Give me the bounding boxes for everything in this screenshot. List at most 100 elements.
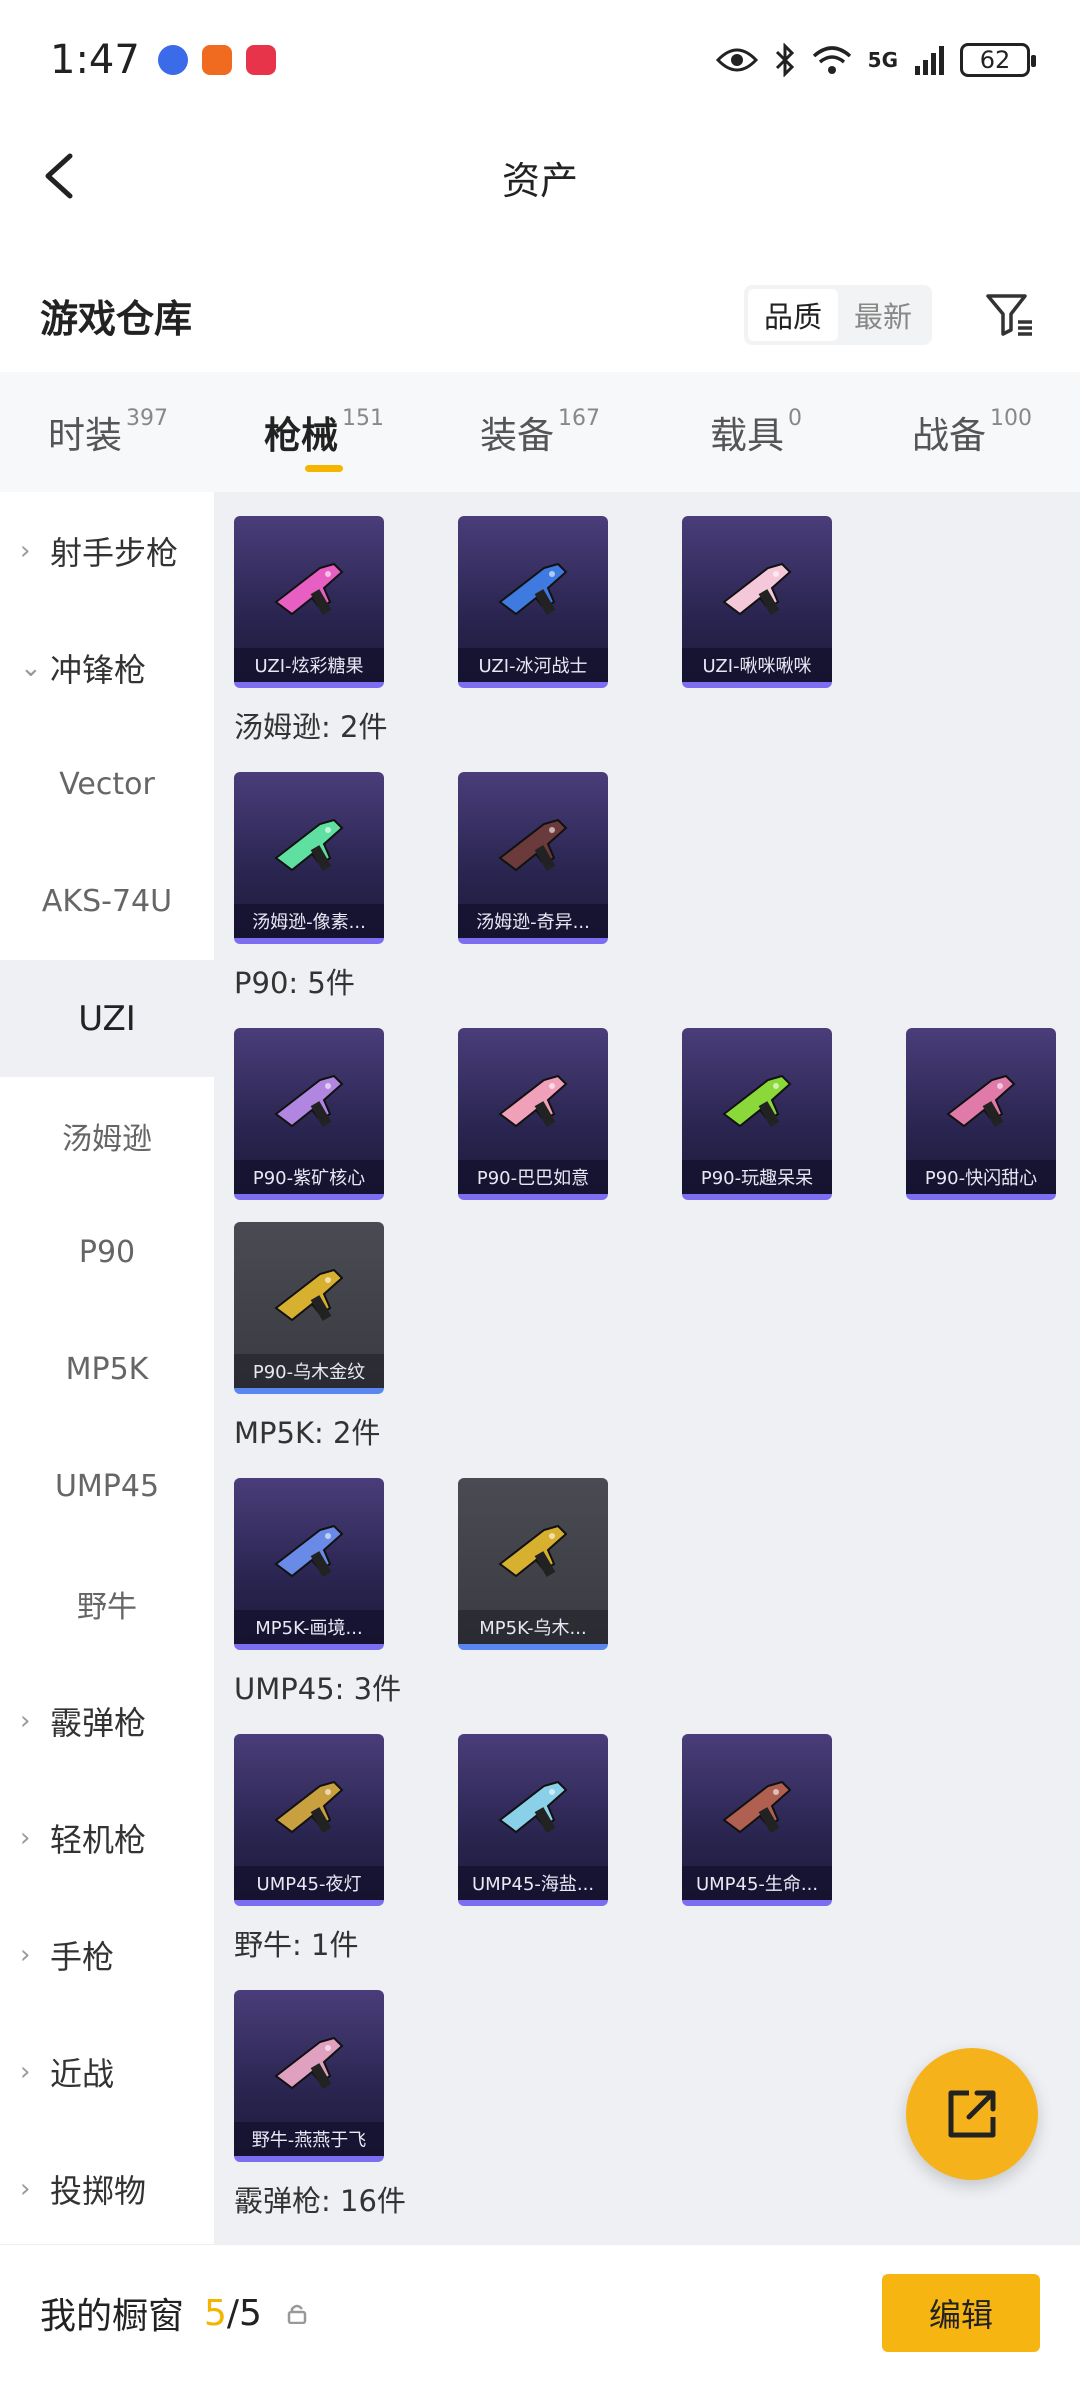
group-label: P90: 5件 [234, 966, 355, 1000]
item-name: UZI-冰河战士 [458, 648, 608, 682]
item-card[interactable]: P90-巴巴如意 [458, 1028, 608, 1200]
sidebar-item-label: 汤姆逊 [62, 1121, 152, 1157]
sidebar-item[interactable]: › 射手步枪 [0, 492, 214, 609]
item-name: UMP45-海盐... [458, 1866, 608, 1900]
weapon-image [498, 562, 568, 616]
item-name: UZI-炫彩糖果 [234, 648, 384, 682]
sidebar-item-label: Vector [59, 767, 155, 802]
tmall-app-icon [245, 45, 276, 75]
sidebar-item-label: 霰弹枪 [50, 1703, 147, 1742]
sidebar-item[interactable]: P90 [0, 1194, 214, 1311]
sort-newest-button[interactable]: 最新 [838, 289, 928, 341]
sidebar-item[interactable]: 野牛 [0, 1545, 214, 1662]
weapon-image [274, 1780, 344, 1834]
sidebar-item-label: MP5K [65, 1352, 149, 1387]
weapon-image [946, 1074, 1016, 1128]
sidebar-item-label: P90 [78, 1235, 136, 1270]
item-card[interactable]: MP5K-画境... [234, 1478, 384, 1650]
item-card[interactable]: MP5K-乌木... [458, 1478, 608, 1650]
tab-label: 装备 [480, 414, 554, 457]
item-row: UMP45-夜灯 UMP45-海盐... UMP45-生命... [234, 1734, 1080, 1906]
weapon-image [722, 1074, 792, 1128]
status-bar: 1:47 5G 62 [0, 0, 1080, 120]
sidebar-item[interactable]: 汤姆逊 [0, 1077, 214, 1194]
chevron-right-icon: › [20, 1822, 31, 1853]
item-card[interactable]: UZI-炫彩糖果 [234, 516, 384, 688]
sidebar-item[interactable]: › 手枪 [0, 1896, 214, 2013]
tab-equipment[interactable]: 装备 167 [432, 372, 648, 492]
edit-button[interactable]: 编辑 [882, 2274, 1040, 2352]
back-icon[interactable] [34, 146, 94, 206]
sidebar-item[interactable]: MP5K [0, 1311, 214, 1428]
lock-icon [287, 2304, 307, 2324]
item-card[interactable]: UMP45-夜灯 [234, 1734, 384, 1906]
tab-vehicles[interactable]: 载具 0 [648, 372, 864, 492]
sidebar-item[interactable]: UMP45 [0, 1428, 214, 1545]
page-title: 资产 [501, 159, 578, 203]
sidebar-item[interactable]: › 投掷物 [0, 2130, 214, 2247]
sidebar-item[interactable]: AKS-74U [0, 843, 214, 960]
item-card[interactable]: P90-玩趣呆呆 [682, 1028, 832, 1200]
music-app-icon [157, 45, 188, 75]
sidebar-item[interactable]: › 近战 [0, 2013, 214, 2130]
item-name: MP5K-乌木... [458, 1610, 608, 1644]
section-title: 游戏仓库 [40, 296, 193, 341]
item-name: P90-紫矿核心 [234, 1160, 384, 1194]
group-label: 霰弹枪: 16件 [234, 2184, 406, 2218]
group-label: UMP45: 3件 [234, 1672, 402, 1706]
sidebar-item[interactable]: › 霰弹枪 [0, 1662, 214, 1779]
tab-firearms[interactable]: 枪械 151 [216, 372, 432, 492]
item-row: P90-紫矿核心 P90-巴巴如意 P90-玩趣呆呆 P90-快闪甜心 [234, 1028, 1080, 1200]
sidebar-item-label: UZI [78, 998, 136, 1039]
category-tabs: 时装 397 枪械 151 装备 167 载具 0 战备 100 [0, 372, 1080, 492]
signal-icon [915, 46, 944, 75]
sidebar-item[interactable]: Vector [0, 726, 214, 843]
item-card[interactable]: P90-快闪甜心 [906, 1028, 1056, 1200]
tab-label: 时装 [48, 414, 122, 457]
sidebar-item-label: 近战 [50, 2054, 115, 2093]
item-card[interactable]: 汤姆逊-奇异... [458, 772, 608, 944]
sort-toggle: 品质 最新 [743, 285, 932, 345]
tab-supplies[interactable]: 战备 100 [864, 372, 1080, 492]
item-card[interactable]: UZI-啾咪啾咪 [682, 516, 832, 688]
chevron-right-icon: › [20, 535, 31, 566]
chevron-right-icon: › [20, 2173, 31, 2204]
weapon-image [722, 1780, 792, 1834]
chevron-right-icon: › [20, 1705, 31, 1736]
item-card[interactable]: UMP45-生命... [682, 1734, 832, 1906]
showcase-count: 5/5 [204, 2293, 262, 2334]
share-button[interactable] [906, 2048, 1038, 2180]
filter-button[interactable] [980, 285, 1040, 345]
sidebar-item-label: 轻机枪 [50, 1820, 147, 1859]
item-card[interactable]: P90-紫矿核心 [234, 1028, 384, 1200]
sidebar-item-label: 手枪 [50, 1937, 115, 1976]
weapon-type-sidebar: › 射手步枪 ⌄ 冲锋枪 Vector AKS-74U UZI 汤姆逊 P90 MP5K UMP45… [0, 492, 214, 2244]
item-card[interactable]: P90-乌木金纹 [234, 1222, 384, 1394]
sidebar-item[interactable]: ⌄ 冲锋枪 [0, 609, 214, 726]
item-card[interactable]: 汤姆逊-像素... [234, 772, 384, 944]
item-name: UMP45-生命... [682, 1866, 832, 1900]
chevron-down-icon: ⌄ [20, 652, 42, 683]
group-label: 汤姆逊: 2件 [234, 710, 388, 744]
tab-count: 100 [990, 405, 1032, 431]
item-card[interactable]: UMP45-海盐... [458, 1734, 608, 1906]
item-card[interactable]: 野牛-燕燕于飞 [234, 1990, 384, 2162]
tab-fashion[interactable]: 时装 397 [0, 372, 216, 492]
wifi-icon [812, 46, 851, 74]
tab-count: 0 [788, 405, 802, 431]
sidebar-item[interactable]: › 轻机枪 [0, 1779, 214, 1896]
sort-quality-button[interactable]: 品质 [747, 289, 838, 341]
weapon-image [274, 2036, 344, 2090]
item-name: 汤姆逊-奇异... [458, 904, 608, 938]
item-card[interactable]: UZI-冰河战士 [458, 516, 608, 688]
battery-indicator: 62 [960, 43, 1036, 77]
group-label: MP5K: 2件 [234, 1416, 381, 1450]
tab-label: 载具 [710, 414, 784, 457]
sidebar-item[interactable]: UZI [0, 960, 214, 1077]
item-grid: UZI-炫彩糖果 UZI-冰河战士 UZI-啾咪啾咪汤姆逊: 2件汤姆逊-像素...… [214, 492, 1080, 2244]
tab-count: 167 [558, 405, 600, 431]
